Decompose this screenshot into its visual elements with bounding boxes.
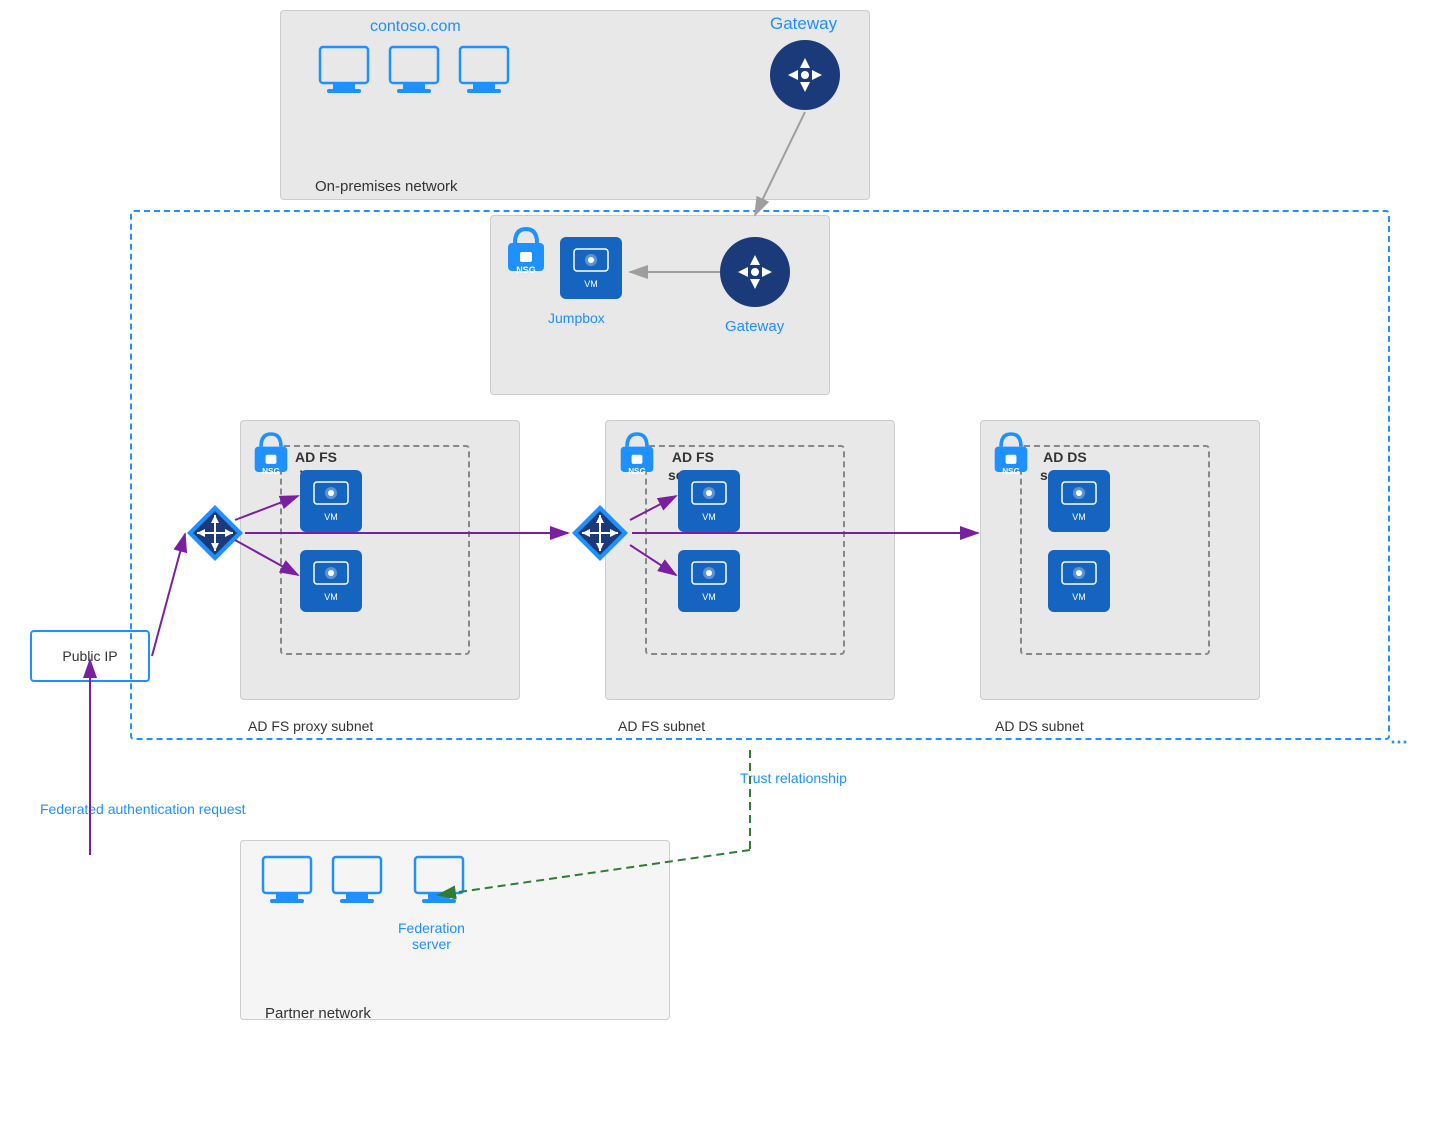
jumpbox-label: Jumpbox bbox=[548, 310, 605, 326]
partner-monitor-1 bbox=[258, 855, 316, 915]
svg-text:NSG: NSG bbox=[516, 265, 536, 275]
onprem-monitor-1 bbox=[315, 45, 373, 105]
jumpbox-vm-icon: VM bbox=[560, 237, 622, 299]
lb-adfs-proxy bbox=[185, 503, 245, 563]
federation-server-monitor bbox=[410, 855, 468, 915]
svg-text:NSG: NSG bbox=[1002, 467, 1020, 476]
nsg-adfs-proxy: NSG bbox=[252, 430, 290, 481]
adfs-vm-2: VM bbox=[678, 550, 740, 612]
onprem-network-box bbox=[280, 10, 870, 200]
lb-adfs bbox=[570, 503, 630, 563]
federation-server-label: Federationserver bbox=[398, 920, 465, 952]
adds-vm-2: VM bbox=[1048, 550, 1110, 612]
adfs-proxy-vm-1: VM bbox=[300, 470, 362, 532]
onprem-monitor-2 bbox=[385, 45, 443, 105]
partner-label: Partner network bbox=[265, 1005, 371, 1022]
public-ip-box: Public IP bbox=[30, 630, 150, 682]
contoso-label: contoso.com bbox=[370, 18, 461, 36]
svg-text:⋯: ⋯ bbox=[1390, 732, 1408, 752]
onprem-gateway-icon bbox=[770, 40, 840, 110]
svg-text:NSG: NSG bbox=[262, 467, 280, 476]
azure-gateway-icon bbox=[720, 237, 790, 307]
adfs-proxy-subnet-label: AD FS proxy subnet bbox=[248, 718, 373, 734]
adds-vm-1: VM bbox=[1048, 470, 1110, 532]
adfs-subnet-label: AD FS subnet bbox=[618, 718, 705, 734]
adfs-vm-1: VM bbox=[678, 470, 740, 532]
nsg-gateway: NSG bbox=[505, 225, 547, 280]
onprem-gateway-label: Gateway bbox=[770, 14, 837, 34]
onprem-label: On-premises network bbox=[315, 178, 458, 195]
federated-auth-label: Federated authentication request bbox=[40, 800, 245, 820]
onprem-monitor-3 bbox=[455, 45, 513, 105]
diagram: On-premises network contoso.com Gateway bbox=[0, 0, 1433, 1132]
partner-monitor-2 bbox=[328, 855, 386, 915]
azure-gateway-label: Gateway bbox=[725, 318, 784, 335]
trust-label: Trust relationship bbox=[740, 770, 847, 786]
svg-text:NSG: NSG bbox=[628, 467, 646, 476]
public-ip-label: Public IP bbox=[62, 648, 117, 664]
nsg-adfs: NSG bbox=[618, 430, 656, 481]
nsg-adds: NSG bbox=[992, 430, 1030, 481]
adds-subnet-label: AD DS subnet bbox=[995, 718, 1084, 734]
adfs-proxy-vm-2: VM bbox=[300, 550, 362, 612]
